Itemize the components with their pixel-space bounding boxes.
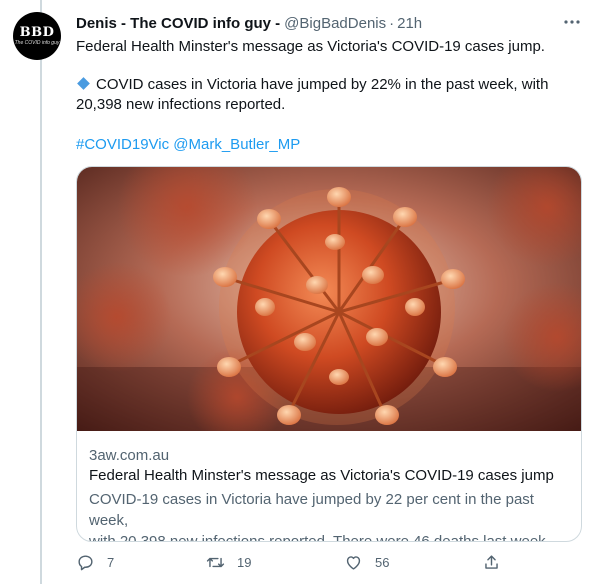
share-icon <box>485 554 498 569</box>
more-icon[interactable] <box>560 12 584 32</box>
card-domain: 3aw.com.au <box>89 447 170 464</box>
card-description: COVID-19 cases in Victoria have jumped b… <box>89 489 573 542</box>
tweet-time[interactable]: 21h <box>397 15 422 32</box>
tweet-actions: 7 19 56 <box>76 550 586 574</box>
card-description-line1: COVID-19 cases in Victoria have jumped b… <box>89 491 534 529</box>
tweet-header: Denis - The COVID info guy - @BigBadDeni… <box>76 13 422 33</box>
avatar-text: BBD <box>19 25 55 40</box>
retweet-count: 19 <box>237 554 252 570</box>
reply-count: 7 <box>107 554 115 570</box>
card-image[interactable] <box>77 167 581 431</box>
like-button[interactable]: 56 <box>344 550 389 574</box>
reply-button[interactable]: 7 <box>76 550 114 574</box>
tweet-tags: #COVID19Vic @Mark_Butler_MP <box>76 135 576 155</box>
tweet-text-line1: Federal Health Minster's message as Vict… <box>76 38 545 55</box>
thread-line <box>40 0 42 584</box>
like-count: 56 <box>375 554 390 570</box>
retweet-icon <box>206 557 225 567</box>
card-description-line2: with 20,398 new infections reported. The… <box>89 533 550 542</box>
card-title[interactable]: Federal Health Minster's message as Vict… <box>89 467 554 484</box>
retweet-button[interactable]: 19 <box>206 550 251 574</box>
reply-icon <box>78 554 93 570</box>
mention-link[interactable]: @Mark_Butler_MP <box>173 136 300 153</box>
hashtag-link[interactable]: #COVID19Vic <box>76 136 169 153</box>
link-card[interactable]: 3aw.com.au Federal Health Minster's mess… <box>76 166 582 542</box>
header-separator: · <box>389 14 395 32</box>
author-handle[interactable]: @BigBadDenis <box>284 15 386 32</box>
tweet-text-line3: 20,398 new infections reported. <box>76 96 286 113</box>
tweet-text-line2: COVID cases in Victoria have jumped by 2… <box>76 75 576 95</box>
avatar-tagline: The COVID info guy <box>14 40 60 46</box>
share-button[interactable] <box>482 550 501 574</box>
like-icon <box>346 555 361 570</box>
avatar[interactable]: BBD The COVID info guy <box>13 12 61 60</box>
author-name[interactable]: Denis - The COVID info guy - <box>76 15 280 32</box>
tweet-text-line2-content: COVID cases in Victoria have jumped by 2… <box>96 76 549 93</box>
blue-diamond-icon <box>77 77 90 90</box>
